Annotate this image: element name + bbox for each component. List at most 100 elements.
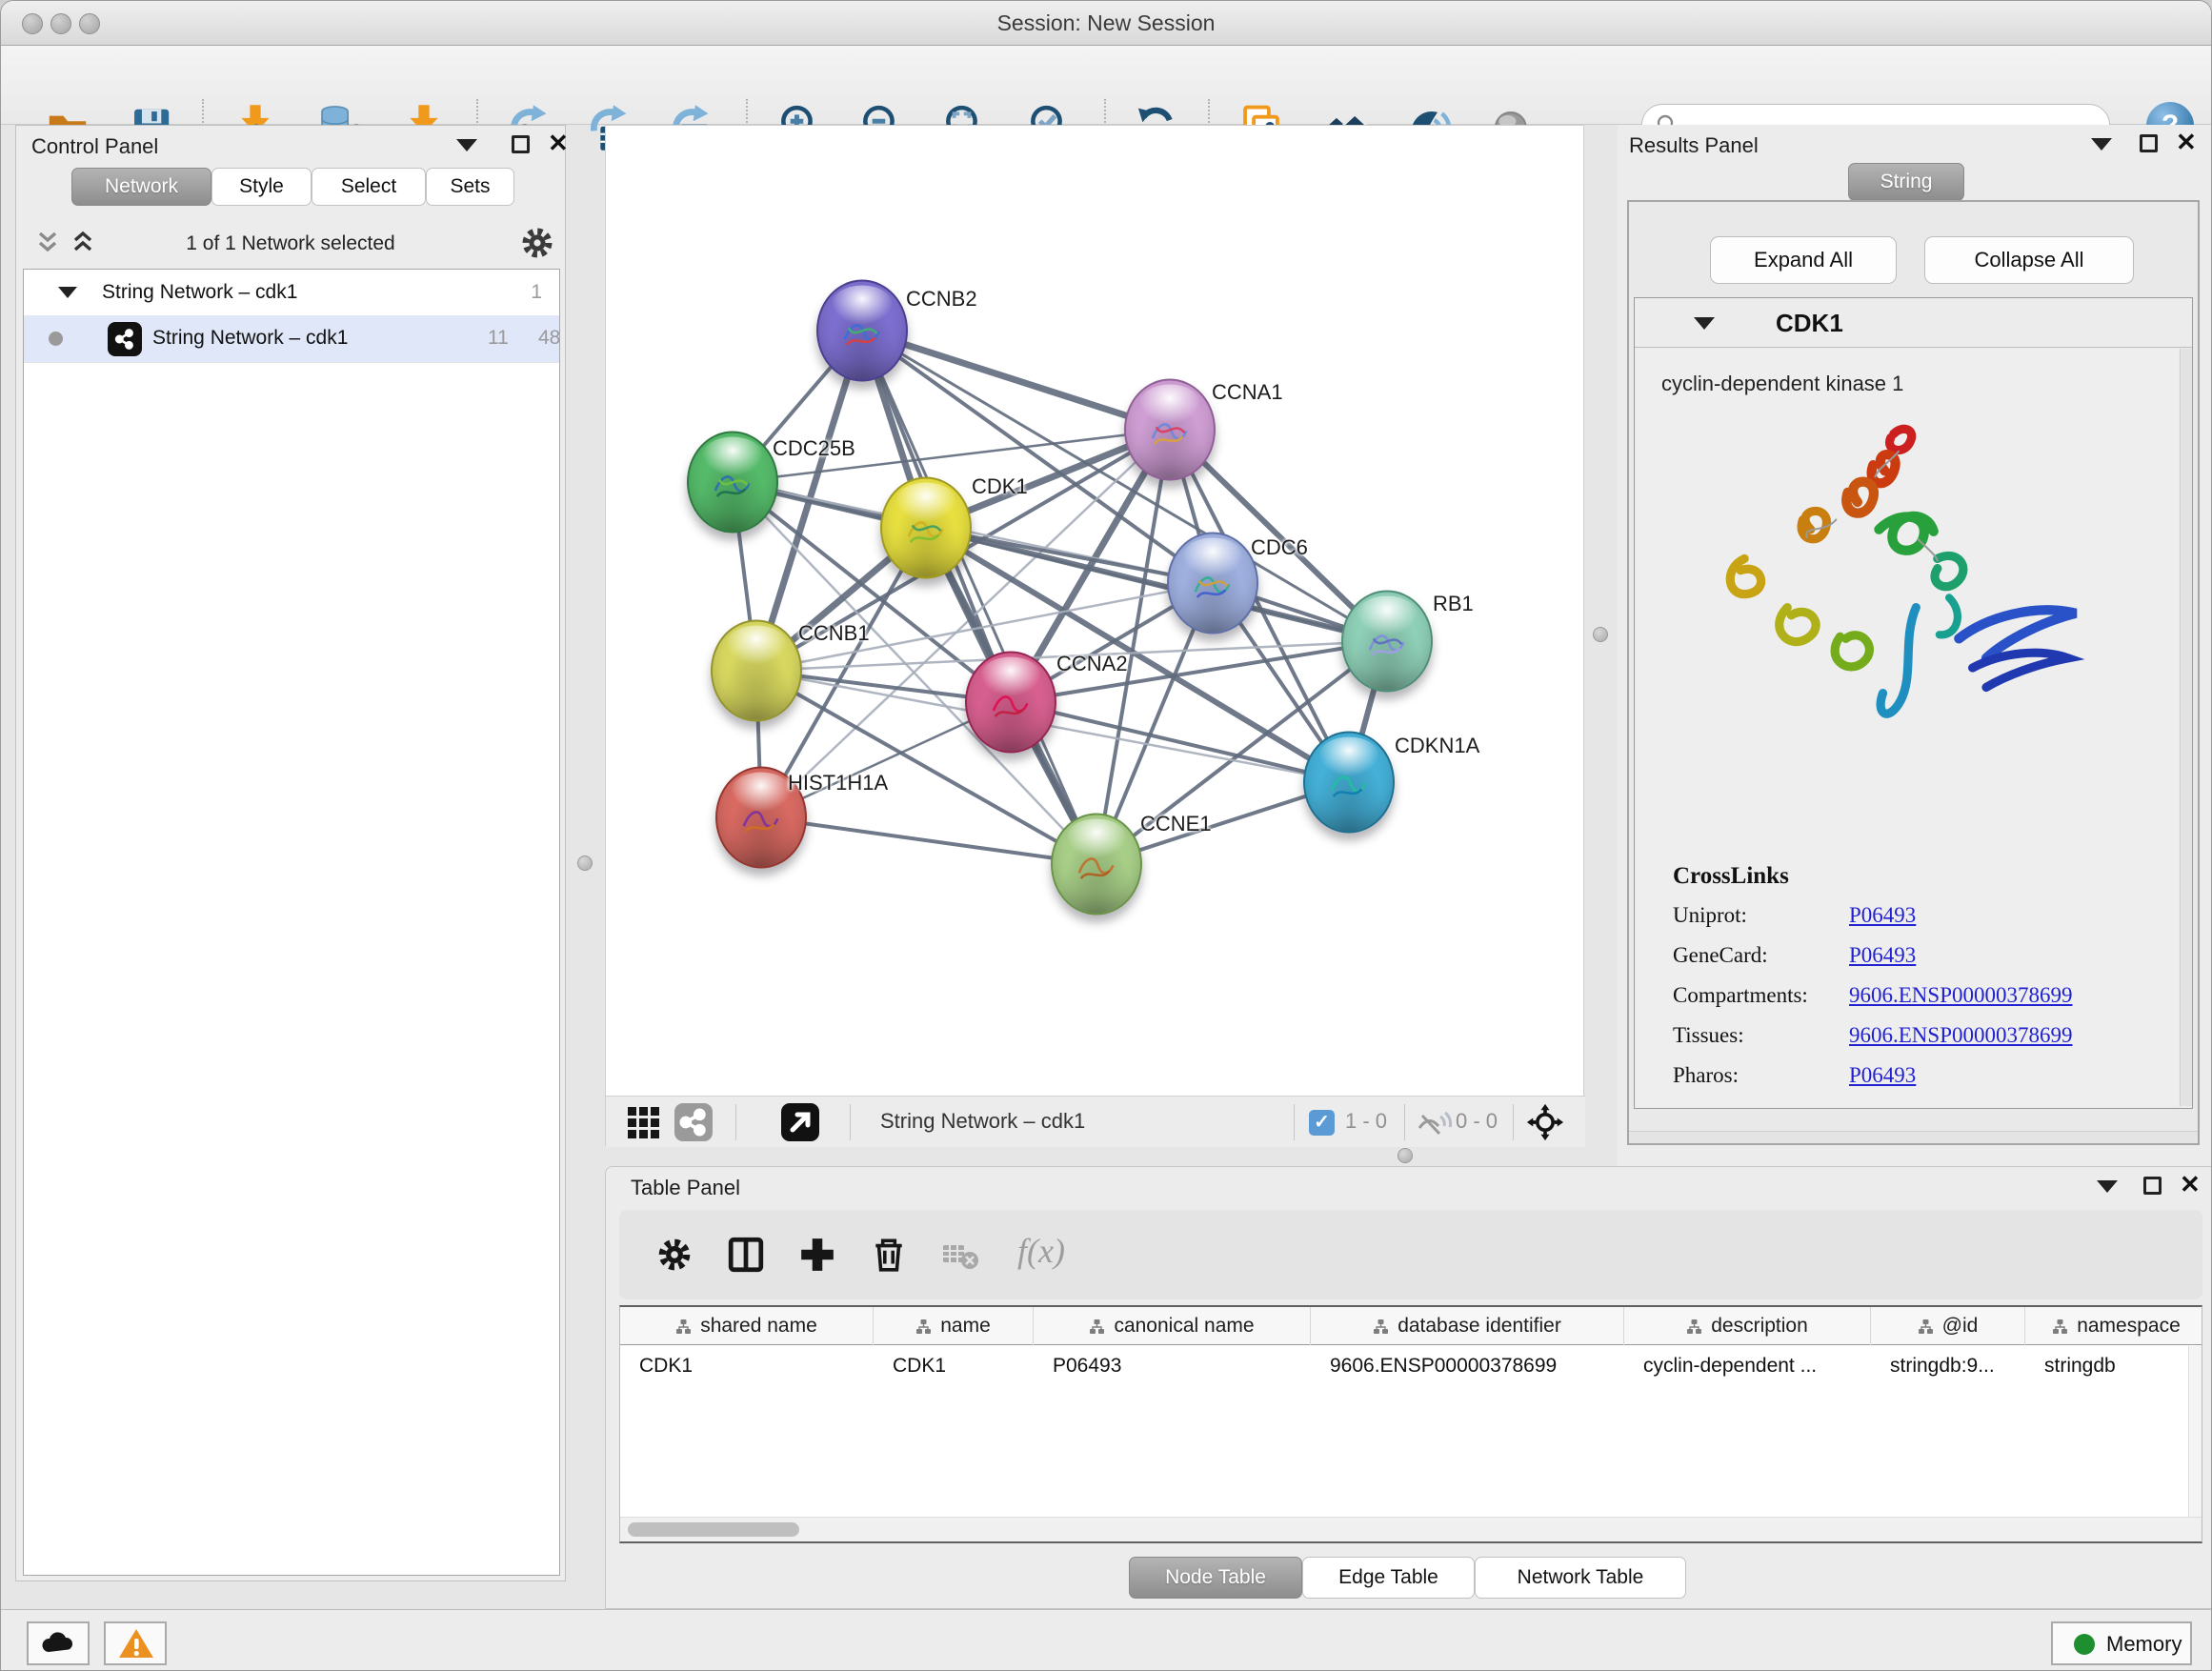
table-cell: stringdb [2025,1346,2202,1386]
add-column-icon[interactable] [798,1236,836,1274]
left-splitter-handle[interactable] [577,856,593,871]
tab-select[interactable]: Select [312,168,426,206]
network-collection-row[interactable]: String Network – cdk1 1 [24,272,559,315]
column-header-name[interactable]: name [874,1307,1034,1345]
maximize-panel-icon[interactable] [2143,1177,2162,1195]
edge-count: 48 [538,327,560,350]
memory-button[interactable]: Memory [2051,1621,2192,1665]
tree-expand-icon[interactable] [58,287,77,298]
node-label-ccnb2: CCNB2 [906,287,977,312]
node-structure-thumbnail [984,678,1036,732]
protein-structure-image [1694,412,2113,755]
column-header-database-identifier[interactable]: database identifier [1311,1307,1624,1345]
network-node-cdc25b[interactable] [687,432,778,534]
string-view-icon[interactable] [674,1103,713,1141]
float-panel-icon[interactable] [2091,138,2112,151]
network-canvas[interactable]: CCNB2CCNA1CDC25BCDK1CDC6RB1CCNB1CCNA2CDK… [606,126,1585,1096]
crosslink-label: Tissues: [1673,1023,1849,1048]
crosslink-row: GeneCard:P06493 [1673,943,2073,968]
float-panel-icon[interactable] [2097,1180,2118,1193]
network-node-ccne1[interactable] [1051,814,1142,916]
node-result-section: CDK1 cyclin-dependent kinase 1 [1634,297,2193,1109]
crosslink-link[interactable]: P06493 [1849,1063,1916,1087]
node-structure-thumbnail [899,504,952,557]
crosslink-link[interactable]: P06493 [1849,943,1916,967]
node-label-cdkn1a: CDKN1A [1395,734,1479,758]
cloud-button[interactable] [27,1621,90,1665]
tab-edge-table[interactable]: Edge Table [1302,1557,1475,1599]
float-panel-icon[interactable] [456,139,477,151]
main-toolbar: ? [1,46,2211,125]
tab-node-table[interactable]: Node Table [1129,1557,1302,1599]
network-node-cdk1[interactable] [880,477,972,579]
results-horizontal-scrollbar[interactable] [1629,1131,2198,1143]
node-structure-thumbnail [1360,617,1413,671]
tab-style[interactable]: Style [211,168,312,206]
warning-icon [117,1627,155,1660]
tab-sets[interactable]: Sets [426,168,514,206]
crosslink-label: GeneCard: [1673,943,1849,968]
crosslink-link[interactable]: 9606.ENSP00000378699 [1849,1023,2073,1047]
column-header-description[interactable]: description [1624,1307,1871,1345]
column-header-namespace[interactable]: namespace [2025,1307,2202,1345]
node-result-header[interactable]: CDK1 [1635,298,2192,348]
birds-eye-view-icon[interactable] [781,1103,819,1141]
close-panel-icon[interactable]: ✕ [2180,1176,2201,1194]
selected-nodes-checkbox[interactable]: ✓ [1309,1110,1335,1136]
string-results-container: Expand All Collapse All CDK1 cyclin-depe… [1627,200,2200,1145]
node-gloss [726,626,787,665]
network-label: String Network – cdk1 [152,327,348,350]
node-description: cyclin-dependent kinase 1 [1661,372,1903,396]
grid-view-icon[interactable] [625,1103,663,1141]
show-columns-icon[interactable] [727,1236,765,1274]
gear-icon[interactable] [655,1236,694,1274]
control-panel: Control Panel ✕ NetworkStyleSelectSets 1… [15,125,566,1581]
network-row-selected[interactable]: String Network – cdk1 11 48 [24,315,559,363]
network-node-ccnb2[interactable] [816,280,908,382]
close-panel-icon[interactable]: ✕ [548,134,569,152]
node-label-ccna2: CCNA2 [1056,652,1128,676]
maximize-panel-icon[interactable] [512,135,530,153]
network-collection-label: String Network – cdk1 [102,281,297,304]
crosslink-link[interactable]: 9606.ENSP00000378699 [1849,983,2073,1007]
node-label-rb1: RB1 [1433,592,1474,616]
crosslink-link[interactable]: P06493 [1849,903,1916,927]
network-node-rb1[interactable] [1341,591,1433,693]
tab-string[interactable]: String [1848,163,1964,201]
column-header-shared-name[interactable]: shared name [620,1307,874,1345]
bottom-splitter-handle[interactable] [1398,1148,1413,1163]
gear-icon[interactable] [519,225,555,261]
collapse-section-icon[interactable] [1694,317,1715,330]
network-node-ccnb1[interactable] [711,620,802,722]
network-node-cdc6[interactable] [1167,533,1258,634]
node-label-ccnb1: CCNB1 [798,621,870,646]
fit-content-icon[interactable] [1526,1103,1564,1141]
results-vertical-scrollbar[interactable] [2180,349,2192,1106]
scrollbar-thumb[interactable] [628,1522,799,1537]
maximize-panel-icon[interactable] [2140,134,2158,152]
crosslink-row: Pharos:P06493 [1673,1063,2073,1088]
string-network-icon [108,322,142,356]
crosslinks-title: CrossLinks [1673,863,2073,890]
table-row[interactable]: CDK1CDK1P064939606.ENSP00000378699cyclin… [620,1346,2202,1386]
column-header--id[interactable]: @id [1871,1307,2025,1345]
memory-label: Memory [2106,1632,2182,1657]
collapse-all-button[interactable]: Collapse All [1924,236,2134,284]
right-splitter-handle[interactable] [1593,627,1608,642]
table-vertical-scrollbar[interactable] [2188,1346,2202,1520]
close-panel-icon[interactable]: ✕ [2176,133,2197,151]
network-node-ccna2[interactable] [965,652,1056,754]
title-bar: Session: New Session [1,1,2211,46]
crosslinks-section: CrossLinks Uniprot:P06493GeneCard:P06493… [1673,863,2073,1103]
network-node-cdkn1a[interactable] [1303,732,1395,834]
expand-all-button[interactable]: Expand All [1710,236,1897,284]
delete-column-icon[interactable] [870,1236,908,1274]
warnings-button[interactable] [104,1621,167,1665]
node-result-body: cyclin-dependent kinase 1 [1637,349,2179,1106]
crosslink-row: Uniprot:P06493 [1673,903,2073,928]
network-node-ccna1[interactable] [1124,379,1216,481]
tab-network-table[interactable]: Network Table [1475,1557,1686,1599]
tab-network[interactable]: Network [71,168,211,206]
column-header-canonical-name[interactable]: canonical name [1034,1307,1311,1345]
crosslink-label: Pharos: [1673,1063,1849,1088]
